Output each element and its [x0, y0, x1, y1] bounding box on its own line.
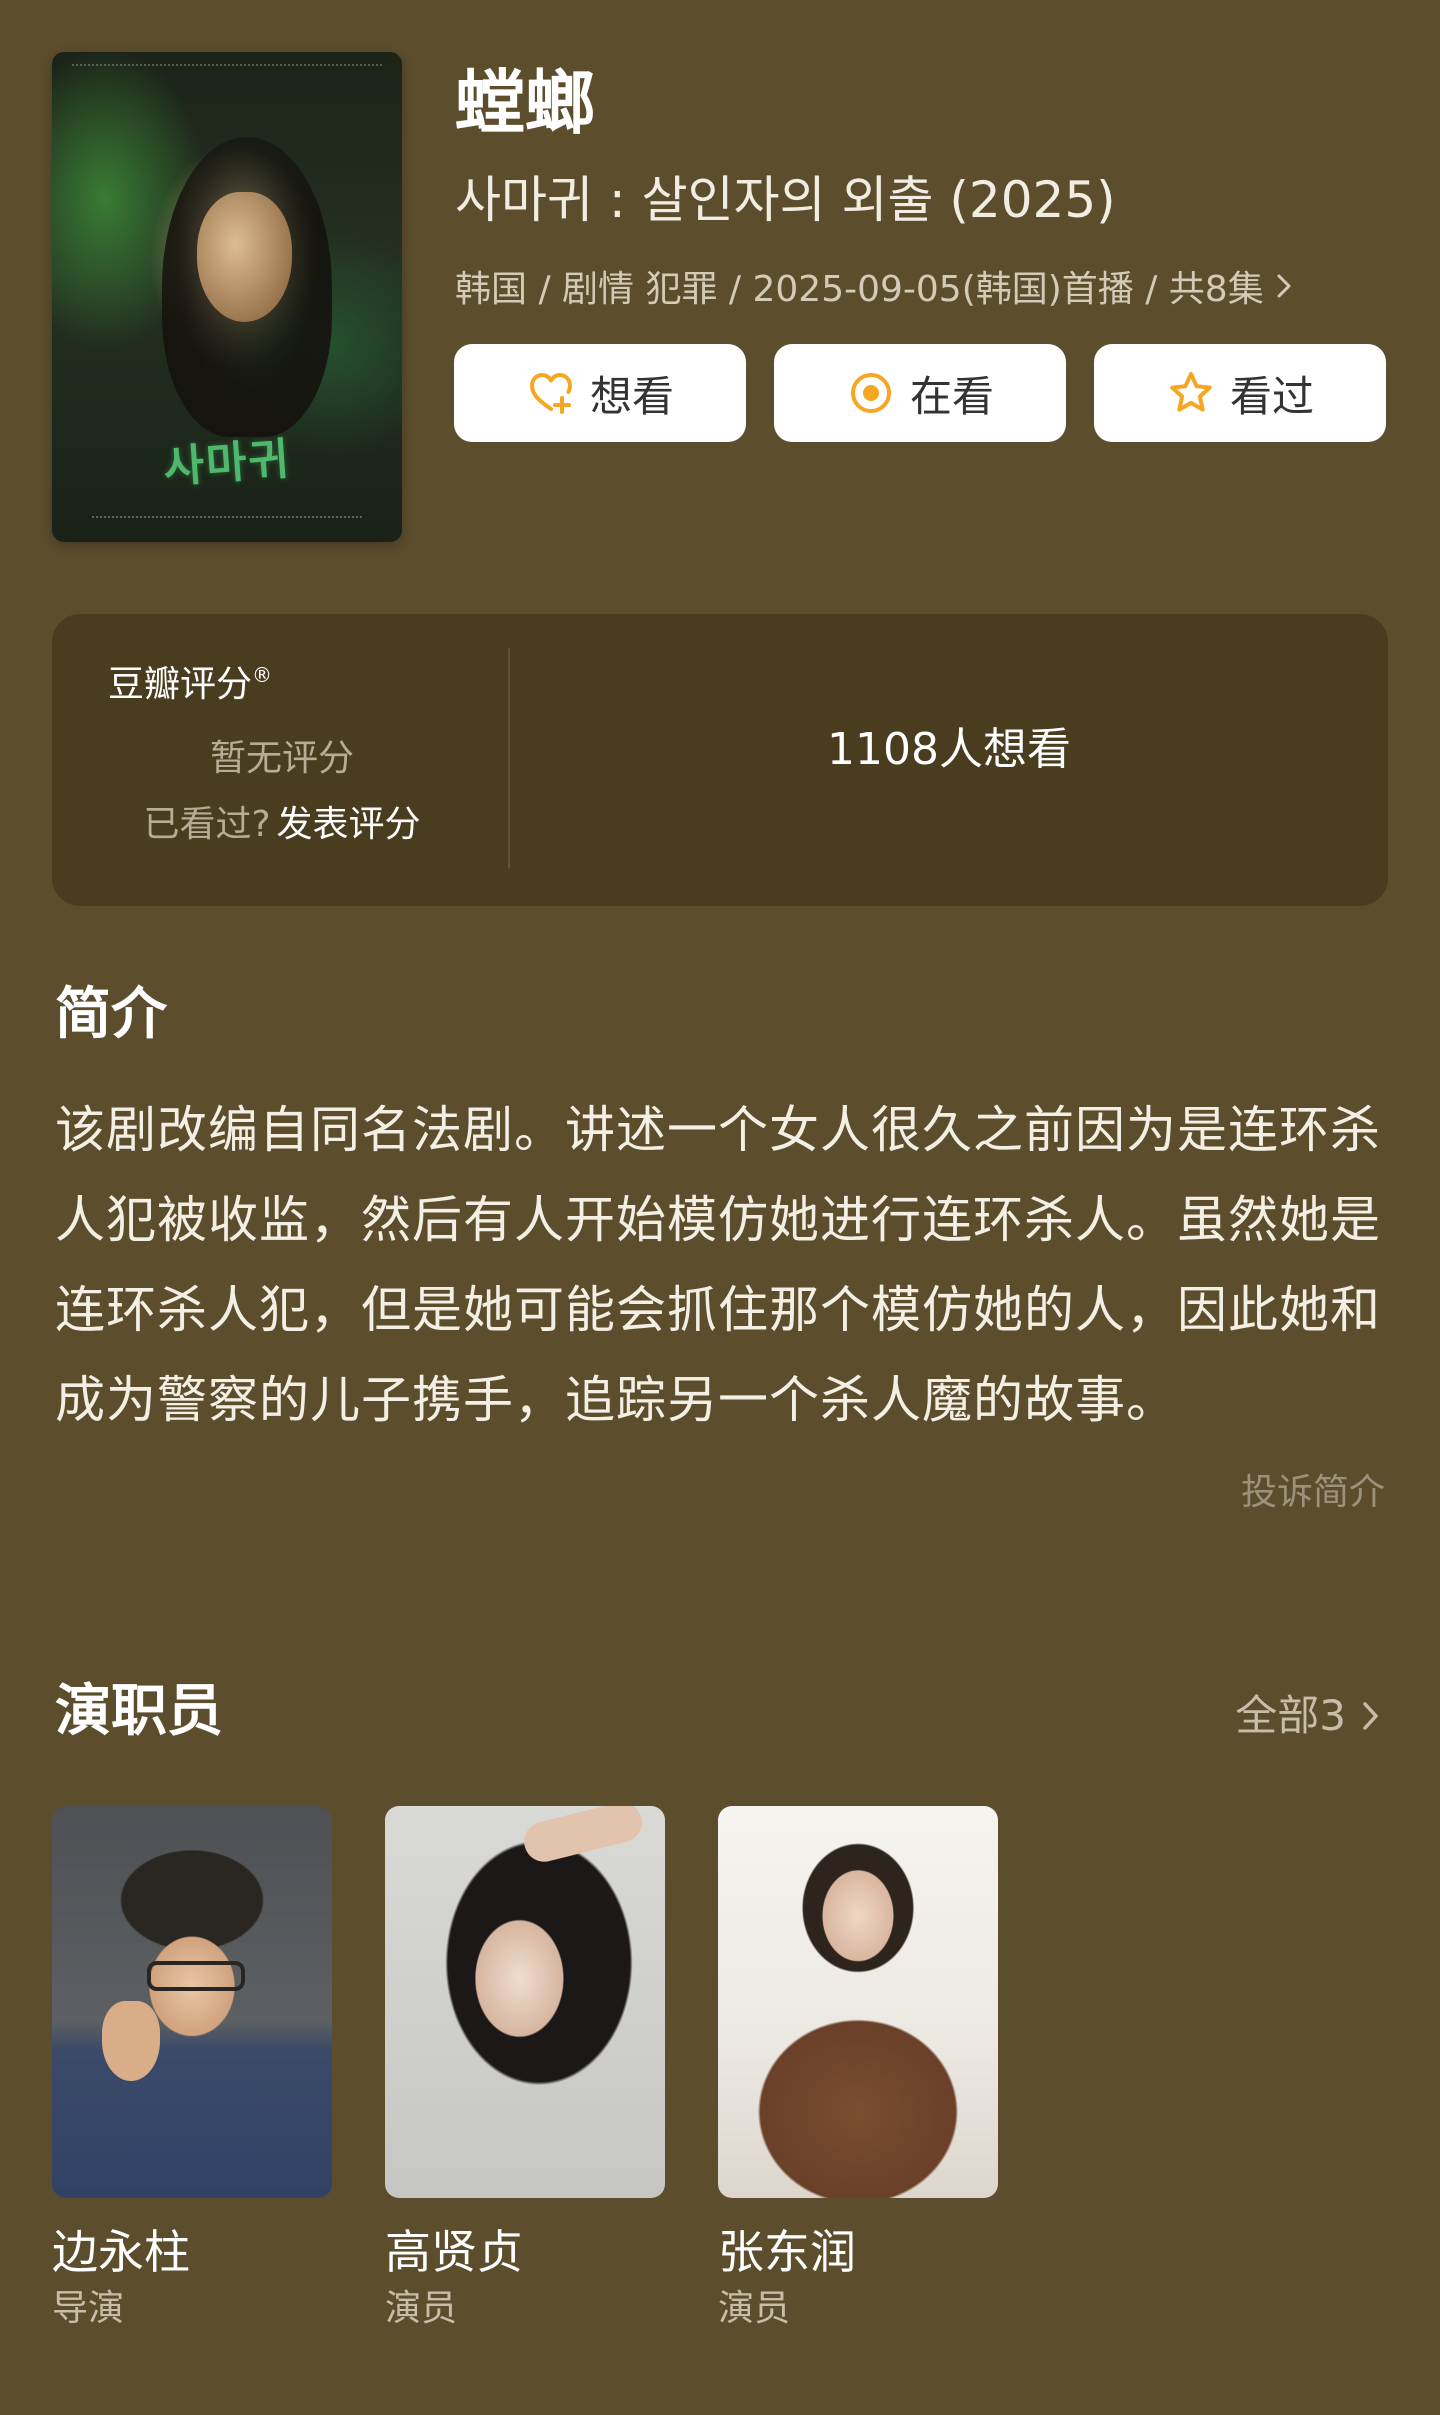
cast-photo — [52, 1806, 332, 2198]
cast-card[interactable]: 张东润 演员 — [718, 1806, 998, 2334]
cast-name: 张东润 — [718, 2225, 856, 2279]
intro-text: 该剧改编自同名法剧。讲述一个女人很久之前因为是连环杀人犯被收监，然后有人开始模仿… — [55, 1101, 1381, 1429]
cast-card[interactable]: 边永柱 导演 — [52, 1806, 332, 2334]
rating-card: 豆瓣评分® 暂无评分 已看过? 发表评分 1108人想看 — [52, 614, 1388, 906]
cast-role: 导演 — [52, 2288, 125, 2329]
no-rating-text: 暂无评分 — [209, 738, 354, 779]
chevron-right-icon — [1274, 262, 1294, 317]
registered-mark: ® — [252, 663, 273, 687]
cast-role: 演员 — [385, 2288, 458, 2329]
title-chinese: 螳螂 — [455, 62, 595, 144]
intro-heading: 简介 — [55, 982, 167, 1047]
cast-heading: 演职员 — [55, 1679, 223, 1744]
poster-credits — [72, 64, 382, 80]
watching-button[interactable]: 在看 — [774, 344, 1066, 442]
glasses-detail — [147, 1961, 245, 1991]
arm-detail — [519, 1806, 647, 1866]
report-intro-link[interactable]: 投诉简介 — [1241, 1468, 1385, 1518]
post-rating-link[interactable]: 发表评分 — [277, 804, 421, 845]
meta-info-text: 韩国 / 剧情 犯罪 / 2025-09-05(韩国)首播 / 共8集 — [455, 269, 1264, 310]
heart-plus-icon — [526, 368, 576, 418]
cast-all-label: 全部3 — [1235, 1691, 1346, 1740]
cast-role: 演员 — [718, 2288, 791, 2329]
meta-info-link[interactable]: 韩国 / 剧情 犯罪 / 2025-09-05(韩国)首播 / 共8集 — [455, 262, 1294, 317]
watched-button[interactable]: 看过 — [1094, 344, 1386, 442]
poster-face — [197, 192, 292, 322]
target-circle-icon — [846, 368, 896, 418]
movie-detail-page: 사마귀 螳螂 사마귀 : 살인자의 외출 (2025) 韩国 / 剧情 犯罪 /… — [0, 0, 1440, 2415]
watched-label: 看过 — [1229, 371, 1314, 421]
want-to-watch-button[interactable]: 想看 — [454, 344, 746, 442]
chevron-right-icon — [1360, 1698, 1382, 1734]
cast-photo — [718, 1806, 998, 2198]
seen-prompt-text: 已看过? — [143, 804, 271, 845]
cast-name: 高贤贞 — [385, 2225, 523, 2279]
poster-logo: 사마귀 — [161, 433, 293, 494]
want-to-watch-label: 想看 — [589, 371, 674, 421]
title-original: 사마귀 : 살인자의 외출 (2025) — [455, 171, 1116, 229]
poster-image[interactable]: 사마귀 — [52, 52, 402, 542]
poster-footer — [92, 516, 362, 528]
want-count[interactable]: 1108人想看 — [510, 720, 1388, 780]
cast-name: 边永柱 — [52, 2225, 190, 2279]
watching-label: 在看 — [909, 371, 994, 421]
cast-all-link[interactable]: 全部3 — [1235, 1688, 1382, 1744]
rating-brand: 豆瓣评分® — [108, 663, 273, 705]
cast-card[interactable]: 高贤贞 演员 — [385, 1806, 665, 2334]
hand-detail — [102, 2001, 160, 2081]
rating-prompt: 已看过? 发表评分 — [52, 800, 512, 850]
star-icon — [1166, 368, 1216, 418]
cast-photo — [385, 1806, 665, 2198]
